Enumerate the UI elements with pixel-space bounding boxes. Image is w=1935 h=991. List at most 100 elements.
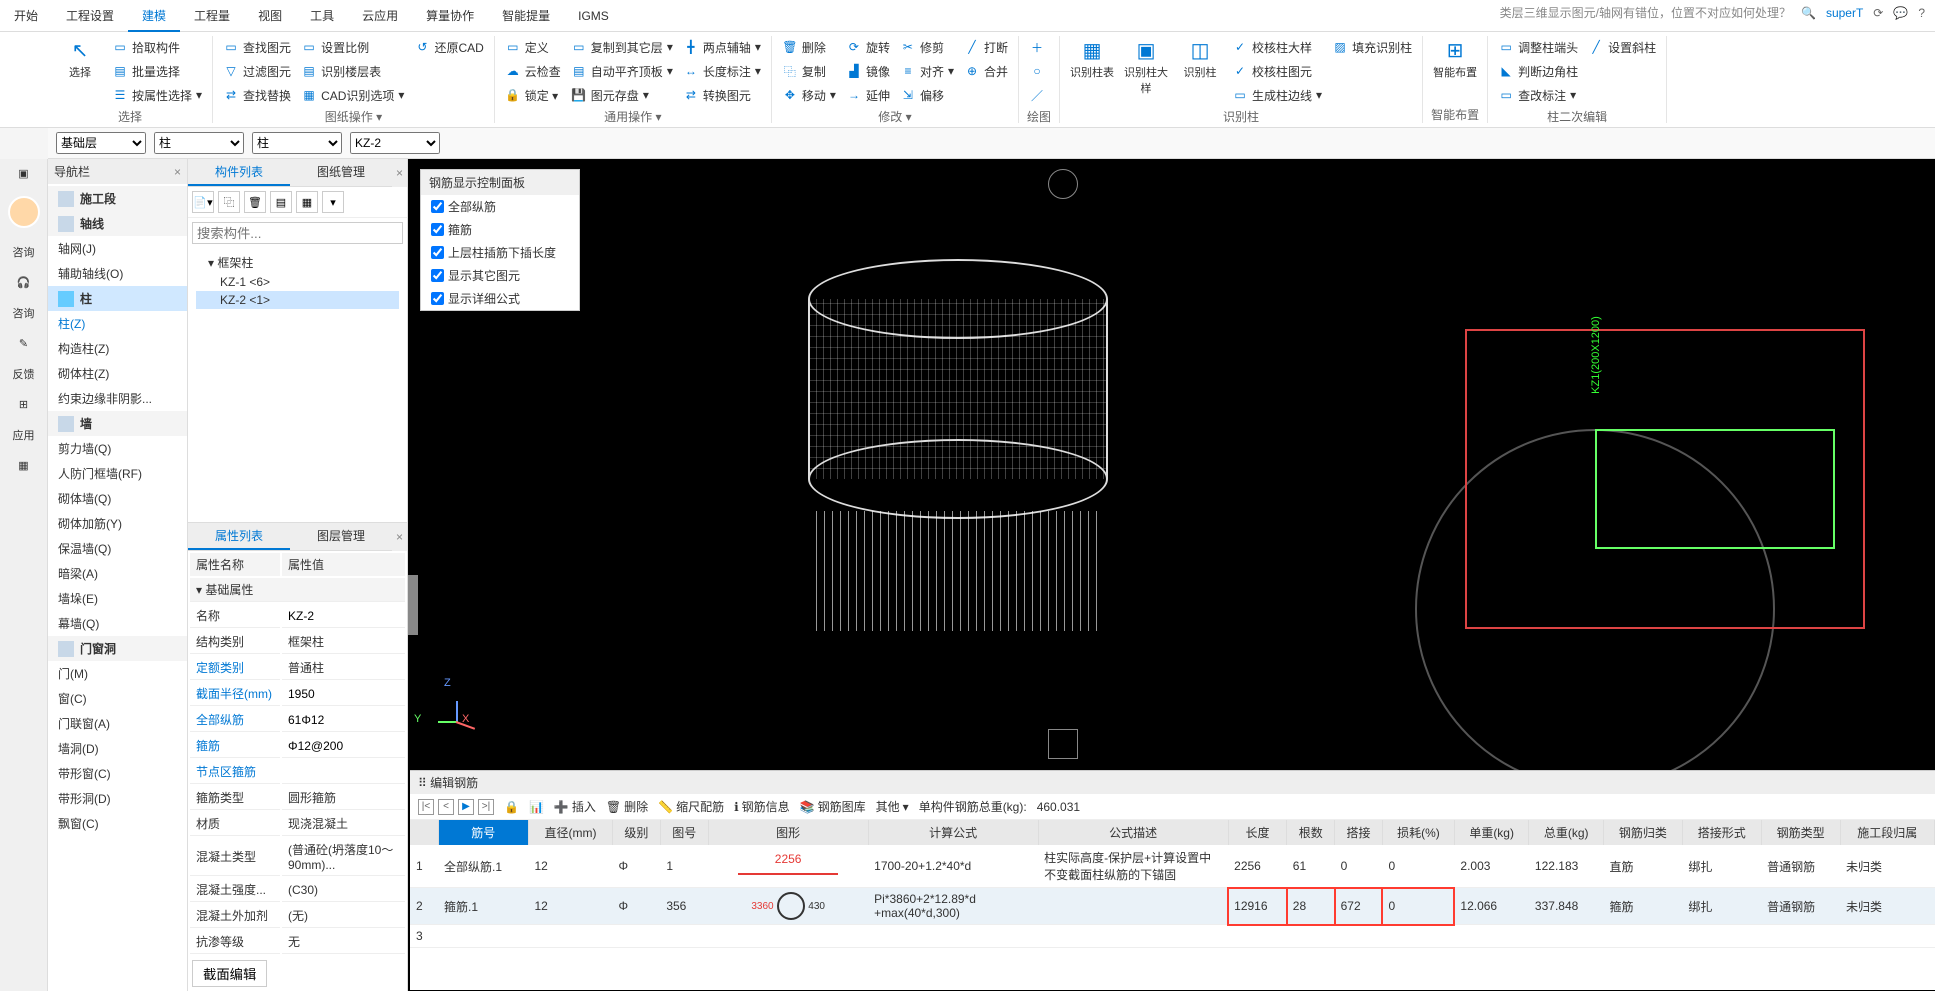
check-upper-insert[interactable]: 上层柱插筋下插长度 [421,241,579,264]
rebar-row-1[interactable]: 1 全部纵筋.1 12 Φ 1 2256 1700-20+1.2*40*d 柱实… [410,845,1935,888]
chart-tool[interactable]: 📊 [529,800,544,814]
col-num[interactable]: 筋号 [438,820,528,845]
col-uw[interactable]: 单重(kg) [1454,820,1529,845]
prop-v-quota[interactable]: 普通柱 [282,656,405,680]
col-tw[interactable]: 总重(kg) [1529,820,1604,845]
prop-v-additive[interactable]: (无) [282,904,405,928]
tab-quantity[interactable]: 工程量 [180,0,244,32]
strip-edit-icon[interactable]: ✎ [0,329,47,358]
tab-props[interactable]: 属性列表 [188,523,290,550]
search-input[interactable] [192,222,403,244]
prop-v-node-stirrup[interactable] [282,760,405,784]
col-dia[interactable]: 直径(mm) [528,820,612,845]
edit-annotation-button[interactable]: ▭查改标注▾ [1496,84,1580,106]
col-type[interactable]: 钢筋类型 [1761,820,1840,845]
nav-curtain-wall[interactable]: 幕墙(Q) [48,611,187,636]
strip-feedback[interactable]: 反馈 [0,358,47,390]
batch-select-button[interactable]: ▤批量选择 [110,60,204,82]
nav-wall-pier[interactable]: 墙垛(E) [48,586,187,611]
scale-rebar-button[interactable]: 📏 缩尺配筋 [658,798,724,815]
strip-headset-icon[interactable]: 🎧 [0,268,47,297]
user-name[interactable]: superT [1826,6,1863,20]
tab-component-list[interactable]: 构件列表 [188,159,290,186]
identify-col-button[interactable]: ◫识别柱 [1176,36,1224,106]
find-element-button[interactable]: ▭查找图元 [221,36,293,58]
category-select[interactable]: 柱 [154,132,244,154]
nav-dark-beam[interactable]: 暗梁(A) [48,561,187,586]
adjust-col-end-button[interactable]: ▭调整柱端头 [1496,36,1580,58]
draw-line-button[interactable]: ／ [1027,84,1047,106]
two-point-axis-button[interactable]: ╋两点辅轴▾ [681,36,763,58]
nav-window[interactable]: 窗(C) [48,686,187,711]
viewcube-circle[interactable] [1048,169,1078,199]
prev-button[interactable]: < [438,799,454,815]
first-button[interactable]: |< [418,799,434,815]
rotate-button[interactable]: ⟳旋转 [844,36,892,58]
copy-other-layer-button[interactable]: ▭复制到其它层▾ [569,36,675,58]
tab-project-settings[interactable]: 工程设置 [52,0,128,32]
check-col-element-button[interactable]: ✓校核柱图元 [1230,60,1324,82]
sort-button[interactable]: ▦ [296,191,318,213]
col-join[interactable]: 搭接形式 [1682,820,1761,845]
prop-v-longbar[interactable] [282,708,405,732]
layer-button[interactable]: ▤ [270,191,292,213]
find-replace-button[interactable]: ⇄查找替换 [221,84,293,106]
col-fig[interactable]: 图号 [660,820,708,845]
more-button[interactable]: ▾ [322,191,344,213]
check-show-formula[interactable]: 显示详细公式 [421,287,579,310]
viewcube-bottom[interactable] [1048,729,1078,759]
prop-v-conc-grade[interactable]: (C30) [282,878,405,902]
tab-smart[interactable]: 智能提量 [488,0,564,32]
lock-tool[interactable]: 🔒 [504,800,519,814]
check-show-other[interactable]: 显示其它图元 [421,264,579,287]
tab-start[interactable]: 开始 [0,0,52,32]
col-loss[interactable]: 损耗(%) [1382,820,1454,845]
rebar-row-3[interactable]: 3 [410,925,1935,948]
col-cat[interactable]: 钢筋归类 [1603,820,1682,845]
draw-point-button[interactable]: ＋ [1027,36,1047,58]
tree-kz1[interactable]: KZ-1 <6> [196,273,399,291]
mid-close-icon[interactable]: × [392,162,407,184]
prop-v-material[interactable]: 现浇混凝土 [282,812,405,836]
rebar-other-button[interactable]: 其他▾ [876,798,909,815]
lock-button[interactable]: 🔒锁定 ▾ [503,84,563,106]
delete-row-button[interactable]: 🗑 删除 [606,798,648,815]
col-cnt[interactable]: 根数 [1287,820,1335,845]
help-hint[interactable]: 类层三维显示图元/轴网有错位，位置不对应如何处理？ [1500,4,1791,21]
strip-expand[interactable]: ▣ [0,159,47,188]
select-by-prop-button[interactable]: ☰按属性选择▾ [110,84,204,106]
rebar-row-2[interactable]: 2 箍筋.1 12 Φ 356 3360 430 Pi*3860+2*12.89… [410,888,1935,925]
nav-aux-axis[interactable]: 辅助轴线(O) [48,261,187,286]
judge-corner-button[interactable]: ◣判断边角柱 [1496,60,1580,82]
strip-consult1[interactable]: 咨询 [0,236,47,268]
nav-section-wall[interactable]: 墙 [48,411,187,436]
nav-strip-hole[interactable]: 带形洞(D) [48,786,187,811]
tree-root[interactable]: ▾ 框架柱 [196,252,399,273]
rebar-info-button[interactable]: ℹ 钢筋信息 [734,798,790,815]
check-stirrup[interactable]: 箍筋 [421,218,579,241]
last-button[interactable]: >| [478,799,494,815]
tab-collab[interactable]: 算量协作 [412,0,488,32]
col-grade[interactable]: 级别 [612,820,660,845]
nav-section-door[interactable]: 门窗洞 [48,636,187,661]
nav-masonry-wall[interactable]: 砌体墙(Q) [48,486,187,511]
rebar-lib-button[interactable]: 📚 钢筋图库 [800,798,866,815]
nav-masonry-col[interactable]: 砌体柱(Z) [48,361,187,386]
nav-section-column[interactable]: 柱 [48,286,187,311]
identify-floor-button[interactable]: ▤识别楼层表 [299,60,406,82]
prop-v-stirrup-type[interactable]: 圆形箍筋 [282,786,405,810]
msg-icon[interactable]: 💬 [1893,6,1908,20]
identify-col-detail-button[interactable]: ▣识别柱大样 [1122,36,1170,106]
col-formula[interactable]: 计算公式 [868,820,1038,845]
tab-layers[interactable]: 图层管理 [290,523,392,550]
strip-apps-icon[interactable]: ⊞ [0,390,47,419]
nav-door[interactable]: 门(M) [48,661,187,686]
nav-section-axis[interactable]: 轴线 [48,211,187,236]
align-button[interactable]: ≡对齐▾ [898,60,956,82]
tab-modeling[interactable]: 建模 [128,0,180,32]
nav-shear-wall[interactable]: 剪力墙(Q) [48,436,187,461]
search-icon[interactable]: 🔍 [1801,6,1816,20]
break-button[interactable]: ╱打断 [962,36,1010,58]
prop-v-struct[interactable]: 框架柱 [282,630,405,654]
select-button[interactable]: ↖选择 [56,36,104,106]
